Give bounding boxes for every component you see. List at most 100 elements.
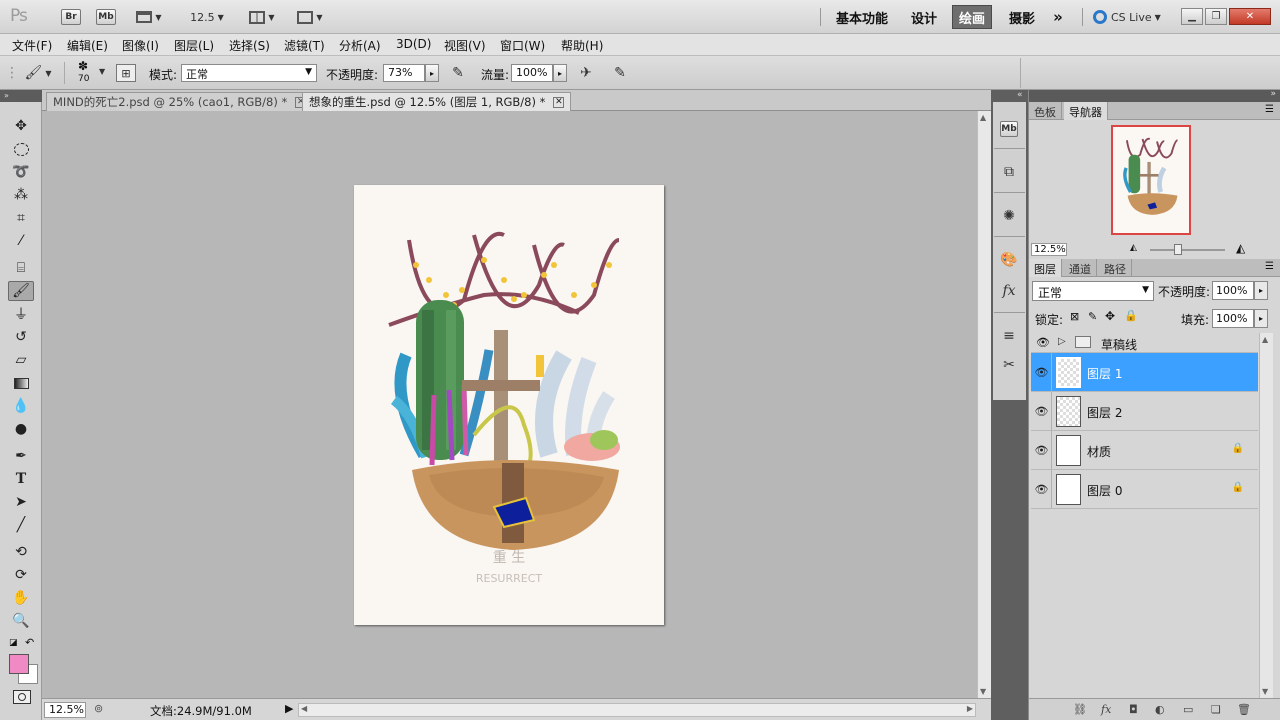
document-tab[interactable]: MIND的死亡2.psd @ 25% (cao1, RGB/8) * ✕ bbox=[46, 92, 314, 111]
add-mask-icon[interactable]: ◘ bbox=[1129, 703, 1138, 716]
more-workspaces-button[interactable]: » bbox=[1046, 5, 1070, 29]
scroll-left-icon[interactable]: ◀ bbox=[301, 704, 307, 713]
tab-navigator[interactable]: 导航器 bbox=[1064, 102, 1108, 120]
brush-panel-toggle[interactable]: ⊞ bbox=[116, 64, 136, 82]
menu-view[interactable]: 视图(V) bbox=[444, 37, 486, 54]
type-tool[interactable]: T bbox=[8, 469, 34, 489]
navigator-preview[interactable] bbox=[1111, 125, 1191, 235]
scroll-right-icon[interactable]: ▶ bbox=[967, 704, 973, 713]
status-menu-arrow-icon[interactable]: ▶ bbox=[285, 702, 293, 715]
flow-input[interactable]: 100% bbox=[511, 64, 553, 82]
visibility-eye-icon[interactable]: 👁 bbox=[1036, 336, 1050, 349]
workspace-painting[interactable]: 绘画 bbox=[952, 5, 992, 29]
slider-thumb[interactable] bbox=[1174, 244, 1182, 255]
path-selection-tool[interactable]: ➤ bbox=[8, 492, 34, 512]
workspace-design[interactable]: 设计 bbox=[904, 5, 944, 29]
visibility-eye-icon[interactable]: 👁 bbox=[1032, 470, 1052, 508]
3d-orbit-tool[interactable]: ⟳ bbox=[8, 565, 34, 585]
blur-tool[interactable]: 💧 bbox=[8, 396, 34, 416]
opacity-slider-toggle[interactable]: ▸ bbox=[425, 64, 439, 82]
menu-window[interactable]: 窗口(W) bbox=[500, 37, 545, 54]
layer-row[interactable]: 👁 材质 🔒 bbox=[1031, 431, 1258, 470]
new-group-icon[interactable]: ▭ bbox=[1183, 703, 1193, 716]
layer-style-fx-icon[interactable]: fx bbox=[1101, 703, 1111, 716]
scroll-up-icon[interactable]: ▲ bbox=[980, 113, 986, 122]
styles-fx-panel-button[interactable]: fx bbox=[995, 278, 1023, 304]
mini-bridge-panel-button[interactable]: Mb bbox=[995, 116, 1023, 142]
workspace-photography[interactable]: 摄影 bbox=[1002, 5, 1042, 29]
delete-layer-icon[interactable]: 🗑 bbox=[1237, 703, 1251, 716]
line-tool[interactable]: ╱ bbox=[8, 515, 34, 535]
adjustments-panel-button[interactable]: ≡ bbox=[995, 323, 1023, 349]
foreground-color-swatch[interactable] bbox=[9, 654, 29, 674]
layers-scrollbar[interactable]: ▲ ▼ bbox=[1259, 333, 1273, 698]
visibility-eye-icon[interactable]: 👁 bbox=[1032, 353, 1052, 391]
clone-stamp-tool[interactable]: ⏚ bbox=[8, 304, 34, 324]
quick-mask-button[interactable] bbox=[13, 690, 31, 704]
navigator-zoom-slider[interactable] bbox=[1150, 249, 1225, 251]
lock-all-icon[interactable]: 🔒 bbox=[1124, 309, 1138, 322]
crop-tool[interactable]: ⌗ bbox=[8, 208, 34, 228]
hand-tool[interactable]: ✋ bbox=[8, 588, 34, 608]
tool-presets-panel-button[interactable]: ✂ bbox=[995, 352, 1023, 378]
minimize-button[interactable]: ▁ bbox=[1181, 8, 1203, 25]
tab-layers[interactable]: 图层 bbox=[1029, 259, 1062, 277]
3d-rotate-tool[interactable]: ⟲ bbox=[8, 542, 34, 562]
tools-panel-header[interactable]: » bbox=[0, 90, 42, 102]
layer-row-selected[interactable]: 👁 图层 1 bbox=[1031, 353, 1258, 392]
layer-row[interactable]: 👁 图层 2 bbox=[1031, 392, 1258, 431]
default-colors-button[interactable]: ◪ bbox=[9, 638, 18, 648]
brush-preset-picker[interactable]: ✽ 70 ▼ bbox=[72, 59, 110, 87]
navigator-zoom-field[interactable]: 12.5% bbox=[1031, 243, 1067, 256]
zoom-tool[interactable]: 🔍 bbox=[8, 611, 34, 631]
brush-tool[interactable]: 🖌 bbox=[8, 281, 34, 301]
menu-help[interactable]: 帮助(H) bbox=[561, 37, 603, 54]
zoom-out-mountain-icon[interactable]: ◭ bbox=[1130, 243, 1137, 253]
fill-slider-toggle[interactable]: ▸ bbox=[1254, 309, 1268, 328]
brush-presets-panel-button[interactable]: ✺ bbox=[995, 203, 1023, 229]
styles-panel-button[interactable]: 🎨 bbox=[995, 247, 1023, 273]
pressure-opacity-button[interactable]: ✎ bbox=[448, 64, 468, 82]
eyedropper-tool[interactable]: ⁄ bbox=[8, 231, 34, 251]
adjustment-layer-icon[interactable]: ◐ bbox=[1155, 703, 1165, 716]
horizontal-scrollbar[interactable]: ◀ ▶ bbox=[298, 703, 976, 717]
opacity-input[interactable]: 73% bbox=[383, 64, 425, 82]
arrange-documents-button[interactable]: ▼ bbox=[244, 6, 280, 28]
tab-swatches[interactable]: 色板 bbox=[1029, 102, 1062, 120]
new-layer-icon[interactable]: ❏ bbox=[1211, 703, 1221, 716]
layer-row[interactable]: 👁 图层 0 🔒 bbox=[1031, 470, 1258, 509]
flow-slider-toggle[interactable]: ▸ bbox=[553, 64, 567, 82]
navigator-panel-header[interactable]: » bbox=[1029, 89, 1280, 102]
menu-filter[interactable]: 滤镜(T) bbox=[284, 37, 325, 54]
visibility-eye-icon[interactable]: 👁 bbox=[1032, 431, 1052, 469]
document-tab-active[interactable]: 想象的重生.psd @ 12.5% (图层 1, RGB/8) * ✕ bbox=[302, 92, 572, 111]
pen-tool[interactable]: ✒ bbox=[8, 446, 34, 466]
airbrush-button[interactable]: ✈ bbox=[576, 64, 596, 82]
scroll-down-icon[interactable]: ▼ bbox=[980, 687, 986, 696]
link-layers-icon[interactable]: ⛓ bbox=[1073, 703, 1087, 716]
history-brush-tool[interactable]: ↺ bbox=[8, 327, 34, 347]
restore-button[interactable]: ❐ bbox=[1205, 8, 1227, 25]
workspace-essentials[interactable]: 基本功能 bbox=[832, 5, 892, 29]
zoom-in-mountain-icon[interactable]: ◭ bbox=[1236, 241, 1245, 255]
menu-image[interactable]: 图像(I) bbox=[122, 37, 159, 54]
expand-triangle-icon[interactable]: ▷ bbox=[1058, 336, 1066, 347]
swap-colors-button[interactable]: ↶ bbox=[25, 636, 34, 649]
menu-layer[interactable]: 图层(L) bbox=[174, 37, 214, 54]
collapse-dock-icon[interactable]: « bbox=[1017, 90, 1023, 100]
eraser-tool[interactable]: ▱ bbox=[8, 350, 34, 370]
panel-menu-icon[interactable]: ☰ bbox=[1265, 261, 1274, 272]
menu-edit[interactable]: 编辑(E) bbox=[67, 37, 108, 54]
lock-image-icon[interactable]: ✎ bbox=[1088, 310, 1097, 323]
menu-analysis[interactable]: 分析(A) bbox=[339, 37, 381, 54]
dodge-tool[interactable]: ● bbox=[8, 419, 34, 439]
move-tool[interactable]: ✥ bbox=[8, 116, 34, 136]
layer-blend-mode-select[interactable]: 正常 ▼ bbox=[1032, 281, 1154, 301]
zoom-level-dropdown[interactable]: 12.5 ▼ bbox=[184, 6, 230, 28]
elliptical-marquee-tool[interactable] bbox=[8, 139, 34, 159]
collapse-icon[interactable]: » bbox=[1270, 89, 1276, 99]
tab-channels[interactable]: 通道 bbox=[1064, 259, 1097, 277]
scroll-up-icon[interactable]: ▲ bbox=[1262, 335, 1268, 344]
cs-live-button[interactable]: CS Live ▼ bbox=[1092, 6, 1168, 28]
tool-preset-picker[interactable]: 🖌 ▼ bbox=[20, 64, 56, 82]
